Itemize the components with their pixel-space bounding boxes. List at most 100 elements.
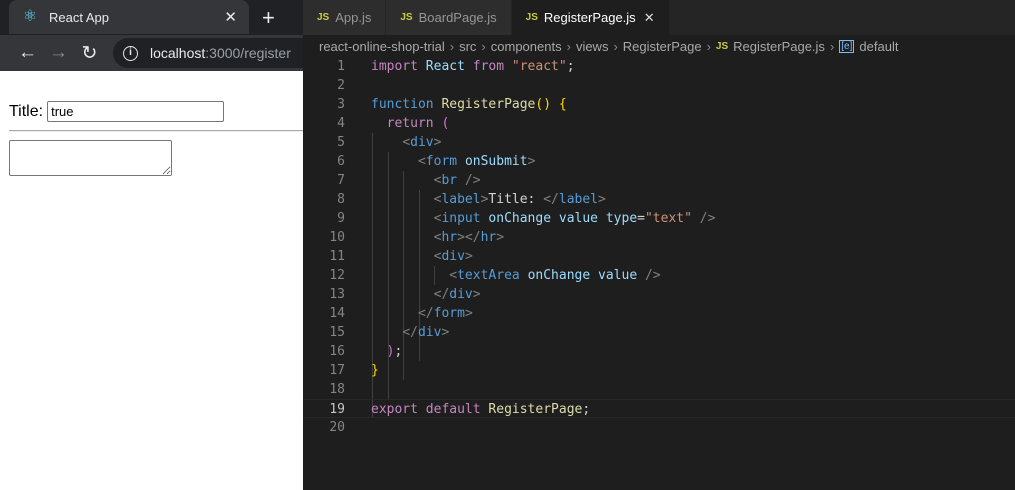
breadcrumb-item[interactable]: react-online-shop-trial bbox=[319, 39, 445, 54]
code-line[interactable]: 18 bbox=[303, 380, 1015, 399]
line-number: 8 bbox=[337, 192, 345, 207]
code-line[interactable]: 9 <input onChange value type="text" /> bbox=[303, 209, 1015, 228]
line-content: <textArea onChange value /> bbox=[371, 266, 661, 285]
browser-window: ⚛ React App ✕ + ← → ↻ i localhost:3000/r… bbox=[0, 0, 303, 490]
editor-tabs: JS App.js JS BoardPage.js JS RegisterPage.js ✕ bbox=[303, 0, 1015, 35]
code-line[interactable]: 5 <div> bbox=[303, 133, 1015, 152]
new-tab-button[interactable]: + bbox=[262, 5, 275, 31]
code-token: () bbox=[535, 97, 552, 112]
browser-toolbar: ← → ↻ i localhost:3000/register bbox=[0, 35, 303, 71]
line-content: <hr></hr> bbox=[371, 228, 504, 247]
code-token: textArea bbox=[457, 268, 520, 283]
url-host: localhost bbox=[150, 45, 206, 61]
code-line[interactable]: 19 export default RegisterPage; bbox=[303, 399, 1015, 418]
code-token: > bbox=[464, 249, 473, 264]
code-token: div bbox=[441, 249, 465, 264]
browser-tabstrip: ⚛ React App ✕ + bbox=[0, 0, 303, 35]
code-line[interactable]: 3 function RegisterPage() { bbox=[303, 95, 1015, 114]
close-tab-icon[interactable]: ✕ bbox=[644, 10, 655, 26]
editor-tab[interactable]: JS BoardPage.js bbox=[386, 0, 512, 35]
line-content: <label>Title: </label> bbox=[371, 190, 606, 209]
code-line[interactable]: 1 import React from "react"; bbox=[303, 57, 1015, 76]
browser-tab[interactable]: ⚛ React App ✕ bbox=[9, 0, 249, 34]
code-line[interactable]: 14 </form> bbox=[303, 304, 1015, 323]
line-content: return ( bbox=[371, 114, 450, 133]
code-line[interactable]: 8 <label>Title: </label> bbox=[303, 190, 1015, 209]
tab-label: BoardPage.js bbox=[418, 10, 497, 25]
close-tab-icon[interactable]: ✕ bbox=[224, 8, 237, 26]
breadcrumb-item[interactable]: RegisterPage.js bbox=[733, 39, 825, 54]
code-token: RegisterPage bbox=[441, 97, 536, 112]
chevron-right-icon: › bbox=[829, 38, 835, 54]
code-token: export bbox=[371, 402, 418, 417]
code-token: > bbox=[472, 287, 481, 302]
line-content: import React from "react"; bbox=[371, 57, 575, 76]
chevron-right-icon: › bbox=[706, 38, 711, 54]
breadcrumb-item[interactable]: src bbox=[459, 39, 476, 54]
code-line[interactable]: 10 <hr></hr> bbox=[303, 228, 1015, 247]
editor-tab[interactable]: JS RegisterPage.js ✕ bbox=[511, 0, 670, 35]
code-line[interactable]: 15 </div> bbox=[303, 323, 1015, 342]
code-line[interactable]: 4 return ( bbox=[303, 114, 1015, 133]
chevron-right-icon: › bbox=[481, 38, 486, 54]
code-token: "text" bbox=[644, 211, 692, 226]
code-token: > bbox=[433, 135, 442, 150]
address-bar[interactable]: i localhost:3000/register bbox=[113, 38, 303, 68]
code-token: div bbox=[410, 135, 434, 150]
back-button[interactable]: ← bbox=[12, 42, 43, 64]
code-token: < bbox=[449, 268, 458, 283]
code-token: form bbox=[433, 306, 465, 321]
code-token: /> bbox=[457, 173, 481, 188]
breadcrumb-item[interactable]: RegisterPage bbox=[623, 39, 702, 54]
code-token: ; bbox=[566, 59, 575, 74]
title-input[interactable] bbox=[47, 101, 225, 122]
code-token: > bbox=[464, 306, 473, 321]
code-line[interactable]: 13 </div> bbox=[303, 285, 1015, 304]
code-token: form bbox=[425, 154, 458, 169]
line-content: export default RegisterPage; bbox=[371, 400, 590, 419]
line-content: } bbox=[371, 361, 379, 380]
code-token: </ bbox=[433, 287, 450, 302]
code-line[interactable]: 2 bbox=[303, 76, 1015, 95]
code-line[interactable]: 6 <form onSubmit> bbox=[303, 152, 1015, 171]
code-line[interactable]: 12 <textArea onChange value /> bbox=[303, 266, 1015, 285]
code-line[interactable]: 11 <div> bbox=[303, 247, 1015, 266]
line-content: <input onChange value type="text" /> bbox=[371, 209, 716, 228]
code-token: ( bbox=[441, 116, 450, 131]
reload-button[interactable]: ↻ bbox=[74, 42, 105, 65]
code-line[interactable]: 7 <br /> bbox=[303, 171, 1015, 190]
code-line[interactable]: 17} bbox=[303, 361, 1015, 380]
code-token: </ bbox=[402, 325, 418, 340]
breadcrumb-item[interactable]: default bbox=[859, 39, 898, 54]
breadcrumb-item[interactable]: components bbox=[491, 39, 562, 54]
code-area[interactable]: 1 import React from "react"; 2 3 function Re… bbox=[303, 57, 1015, 437]
code-token: { bbox=[558, 97, 567, 112]
code-line[interactable]: 20 bbox=[303, 418, 1015, 437]
title-label: Title: bbox=[9, 103, 44, 120]
code-token: /> bbox=[637, 268, 661, 283]
code-token: > bbox=[441, 325, 450, 340]
code-line[interactable]: 16 ); bbox=[303, 342, 1015, 361]
line-number: 14 bbox=[329, 306, 345, 321]
line-number: 6 bbox=[337, 154, 345, 169]
info-icon[interactable]: i bbox=[123, 45, 138, 61]
line-number: 19 bbox=[329, 402, 345, 417]
description-textarea[interactable] bbox=[9, 140, 172, 176]
line-content: <div> bbox=[371, 133, 441, 152]
editor-tab[interactable]: JS App.js bbox=[303, 0, 387, 35]
line-content: </div> bbox=[371, 285, 481, 304]
forward-button[interactable]: → bbox=[43, 42, 74, 64]
breadcrumb-item[interactable]: views bbox=[576, 39, 609, 54]
line-number: 15 bbox=[329, 325, 345, 340]
code-token: RegisterPage bbox=[488, 402, 583, 417]
